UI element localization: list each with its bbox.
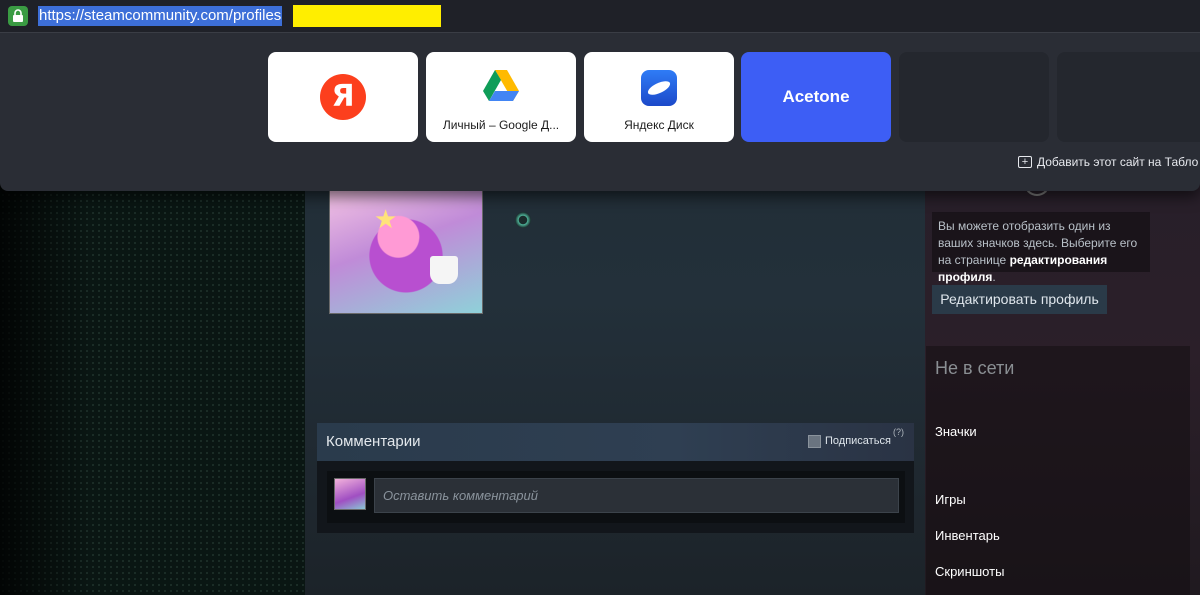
- tableau-tile-google-drive[interactable]: Личный – Google Д...: [426, 52, 576, 142]
- comment-input[interactable]: [374, 478, 899, 513]
- nav-link-badges[interactable]: Значки: [935, 424, 977, 439]
- profile-avatar: ★: [329, 185, 483, 314]
- commenter-avatar: [334, 478, 366, 510]
- url-text[interactable]: https://steamcommunity.com/profiles: [38, 6, 283, 26]
- tableau-tile-empty[interactable]: [1057, 52, 1200, 142]
- online-status: Не в сети: [935, 358, 1015, 378]
- badge-info-end: .: [992, 270, 996, 284]
- url-redaction: [293, 5, 441, 27]
- comments-title: Комментарии: [326, 433, 421, 450]
- tableau-tile-empty[interactable]: [899, 52, 1049, 142]
- lock-icon[interactable]: [8, 6, 28, 26]
- nav-link-screenshots[interactable]: Скриншоты: [935, 564, 1004, 579]
- yandex-logo-icon: Я: [320, 74, 366, 120]
- tableau-tile-yandex-disk[interactable]: Яндекс Диск: [584, 52, 734, 142]
- tile-label-acetone: Acetone: [782, 87, 850, 106]
- tile-label-yandex-disk: Яндекс Диск: [624, 118, 694, 132]
- edit-profile-button[interactable]: Редактировать профиль: [932, 285, 1107, 314]
- cup-illustration: [430, 256, 458, 284]
- subscribe-label[interactable]: Подписаться: [825, 435, 891, 447]
- tableau-tile-yandex[interactable]: Я: [268, 52, 418, 142]
- tableau-tile-acetone[interactable]: Acetone: [741, 52, 891, 142]
- yandex-disk-icon: [641, 70, 677, 106]
- nav-link-inventory[interactable]: Инвентарь: [935, 528, 1000, 543]
- add-site-label: Добавить этот сайт на Табло: [1037, 154, 1199, 169]
- featured-badge-info: Вы можете отобразить один из ваших значк…: [932, 212, 1150, 284]
- level-badge-icon: [515, 212, 531, 228]
- address-bar[interactable]: https://steamcommunity.com/profiles: [0, 0, 1200, 33]
- google-drive-icon: [483, 70, 519, 101]
- star-icon: ★: [374, 204, 398, 234]
- browser-tableau-overlay: https://steamcommunity.com/profiles Я Ли…: [0, 0, 1200, 191]
- plus-icon: +: [1018, 155, 1032, 168]
- nav-link-games[interactable]: Игры: [935, 492, 966, 507]
- add-to-tableau-button[interactable]: + Добавить этот сайт на Табло: [1018, 154, 1199, 169]
- tile-label-google-drive: Личный – Google Д...: [442, 118, 560, 132]
- help-icon[interactable]: (?): [893, 427, 904, 437]
- subscribe-checkbox[interactable]: [808, 435, 821, 448]
- status-panel: [926, 346, 1190, 595]
